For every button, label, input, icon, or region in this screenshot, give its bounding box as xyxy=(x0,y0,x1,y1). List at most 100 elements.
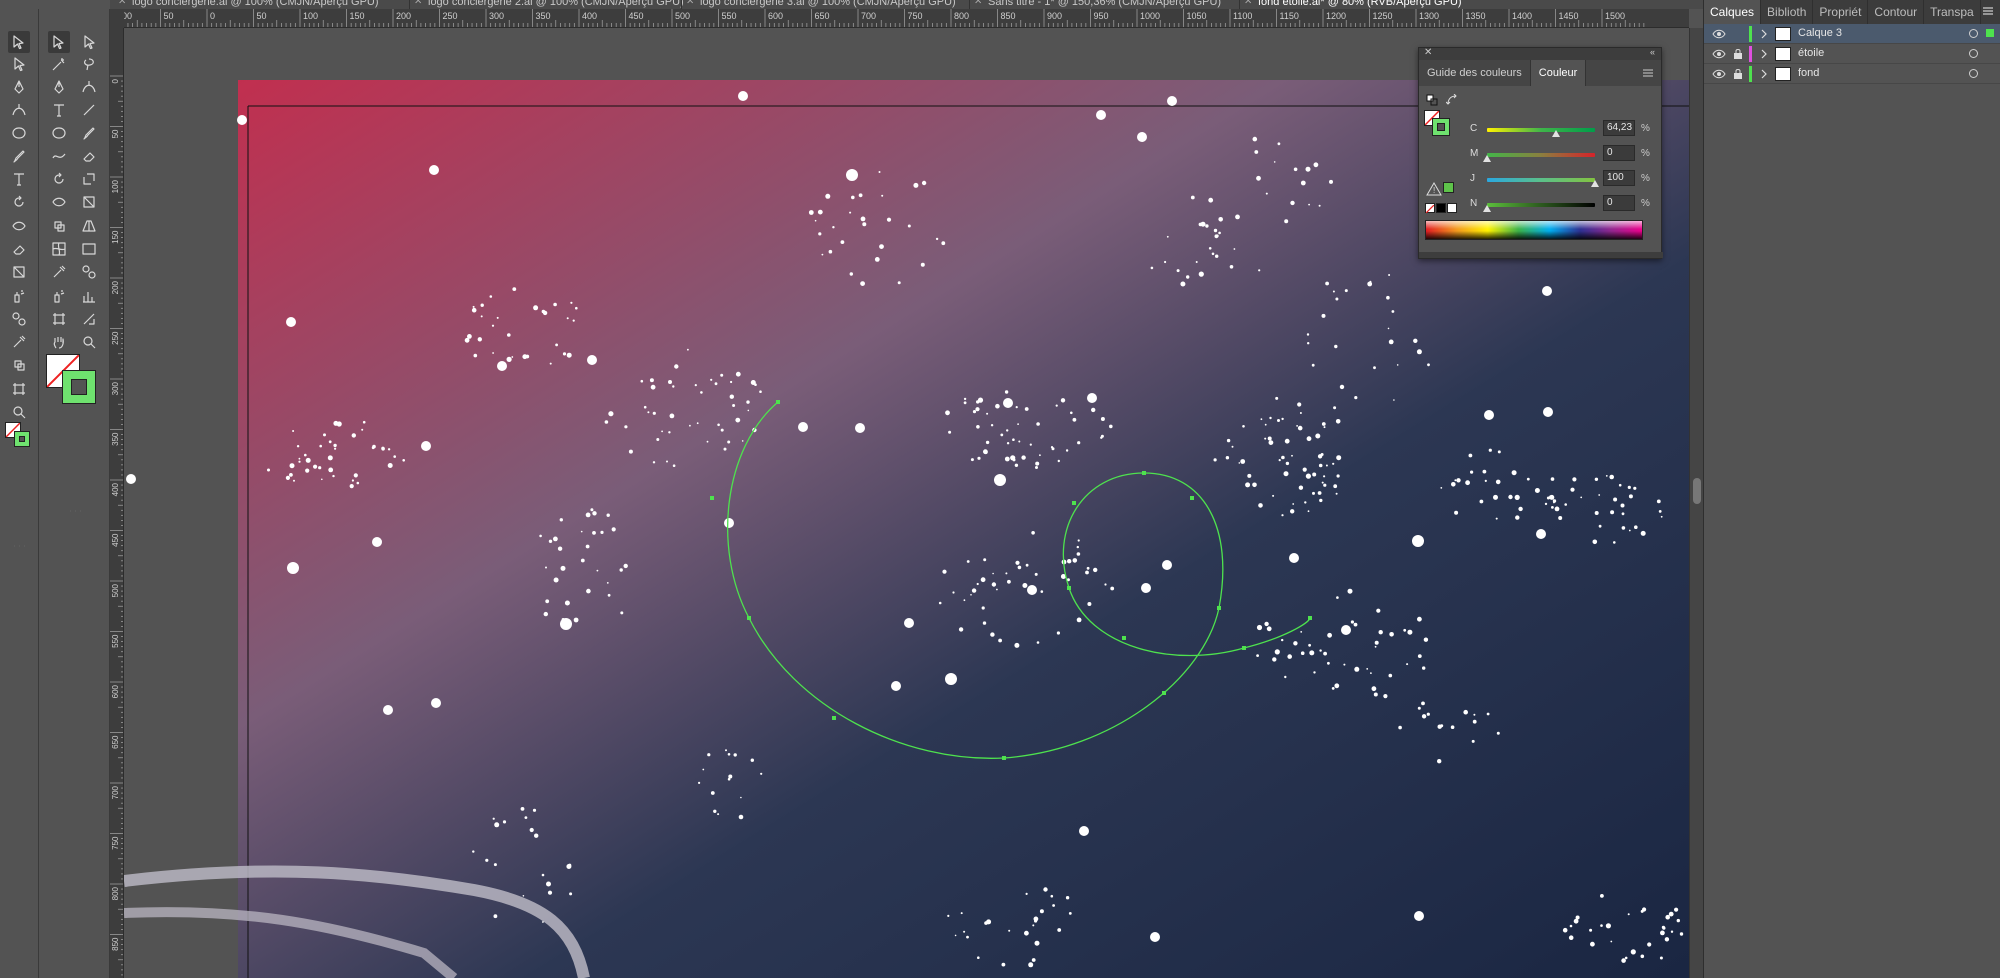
free-transform-icon[interactable] xyxy=(78,191,100,213)
rotate-icon[interactable] xyxy=(48,168,70,190)
close-tab-icon[interactable]: ✕ xyxy=(686,0,694,9)
magic-wand-icon[interactable] xyxy=(48,53,70,75)
color-slider-c[interactable]: C 64,23% xyxy=(1419,120,1663,140)
width-icon[interactable] xyxy=(8,215,30,237)
panel-menu-icon[interactable] xyxy=(1982,5,1994,17)
blend-icon[interactable] xyxy=(8,308,30,330)
layer-row[interactable]: fond xyxy=(1704,64,2000,84)
swap-fill-stroke-icon[interactable] xyxy=(1446,94,1458,106)
ruler-origin[interactable] xyxy=(110,9,124,28)
eraser-icon[interactable] xyxy=(78,145,100,167)
document-tab[interactable]: ✕ logo conciergerie 2.ai @ 100% (CMJN/Ape… xyxy=(412,0,684,9)
paintbrush-icon[interactable] xyxy=(78,122,100,144)
graph-icon[interactable] xyxy=(78,285,100,307)
document-tab-active[interactable]: ✕ fond étoile.ai* @ 80% (RVB/Aperçu GPU) xyxy=(1242,0,1462,9)
blend-icon[interactable] xyxy=(78,261,100,283)
scale-icon[interactable] xyxy=(78,168,100,190)
visibility-eye-icon[interactable] xyxy=(1712,68,1726,80)
selection-indicator[interactable] xyxy=(1986,29,1994,37)
target-circle-icon[interactable] xyxy=(1969,49,1978,58)
collapse-icon[interactable]: « xyxy=(1650,47,1655,57)
color-slider-j[interactable]: J 100% xyxy=(1419,170,1663,190)
fill-stroke-default-icon[interactable] xyxy=(1426,94,1440,106)
panel-titlebar[interactable]: ✕ « xyxy=(1419,47,1661,60)
close-tab-icon[interactable]: ✕ xyxy=(414,0,422,9)
lock-icon[interactable] xyxy=(1733,48,1743,60)
more-tools-icon[interactable] xyxy=(8,535,30,557)
shaper-icon[interactable] xyxy=(48,145,70,167)
curvature-icon[interactable] xyxy=(8,99,30,121)
hand-icon[interactable] xyxy=(48,331,70,353)
layer-row[interactable]: étoile xyxy=(1704,44,2000,64)
target-circle-icon[interactable] xyxy=(1969,29,1978,38)
expand-arrow-icon[interactable] xyxy=(1759,28,1769,40)
eyedropper-icon[interactable] xyxy=(8,331,30,353)
visibility-eye-icon[interactable] xyxy=(1712,48,1726,60)
line-icon[interactable] xyxy=(78,99,100,121)
slider-value-input[interactable]: 0 xyxy=(1603,145,1635,161)
free-transform-icon[interactable] xyxy=(8,261,30,283)
white-swatch[interactable] xyxy=(1447,203,1457,213)
lasso-icon[interactable] xyxy=(78,53,100,75)
zoom-icon[interactable] xyxy=(78,331,100,353)
close-icon[interactable]: ✕ xyxy=(1424,47,1432,58)
fill-stroke-mini-widget[interactable] xyxy=(5,414,35,454)
tab-calques[interactable]: Calques xyxy=(1704,0,1762,24)
none-swatch[interactable] xyxy=(1425,203,1435,214)
paintbrush-icon[interactable] xyxy=(8,145,30,167)
selection-icon[interactable] xyxy=(48,31,70,53)
fill-stroke-widget[interactable] xyxy=(46,354,102,406)
slider-knob[interactable] xyxy=(1591,180,1599,187)
artboard-icon[interactable] xyxy=(48,308,70,330)
vertical-scrollbar[interactable] xyxy=(1689,28,1703,978)
slider-knob[interactable] xyxy=(1483,155,1491,162)
vertical-ruler[interactable]: 0 50 100 150 200 250 300 350 400 450 500 550 600 650 7… xyxy=(110,28,124,978)
slider-knob[interactable] xyxy=(1483,205,1491,212)
width-icon[interactable] xyxy=(48,191,70,213)
rotate-icon[interactable] xyxy=(8,191,30,213)
color-spectrum[interactable] xyxy=(1425,220,1643,240)
slider-track[interactable] xyxy=(1487,153,1595,157)
layer-row[interactable]: Calque 3 xyxy=(1704,24,2000,44)
direct-selection-icon[interactable] xyxy=(78,31,100,53)
out-of-gamut-warning-icon[interactable]: ! xyxy=(1426,182,1442,196)
expand-arrow-icon[interactable] xyxy=(1759,68,1769,80)
slider-track[interactable] xyxy=(1487,128,1595,132)
type-icon[interactable] xyxy=(8,168,30,190)
tab-bibliotheques[interactable]: Biblioth xyxy=(1761,0,1814,24)
slider-value-input[interactable]: 0 xyxy=(1603,195,1635,211)
perspective-icon[interactable] xyxy=(78,215,100,237)
document-tab[interactable]: ✕ Sans titre - 1* @ 150,36% (CMJN/Aperçu … xyxy=(972,0,1221,9)
visibility-eye-icon[interactable] xyxy=(1712,28,1726,40)
gamut-swatch[interactable] xyxy=(1443,182,1454,193)
horizontal-ruler[interactable]: 1005005010015020025030035040045050055060… xyxy=(124,9,1689,28)
symbol-sprayer-icon[interactable] xyxy=(8,285,30,307)
type-icon[interactable] xyxy=(48,99,70,121)
slider-track[interactable] xyxy=(1487,203,1595,207)
selection-icon[interactable] xyxy=(8,31,30,53)
pen-icon[interactable] xyxy=(8,76,30,98)
tab-couleur[interactable]: Couleur xyxy=(1530,60,1587,86)
eyedropper-icon[interactable] xyxy=(48,261,70,283)
ellipse-icon[interactable] xyxy=(48,122,70,144)
ellipse-icon[interactable] xyxy=(8,122,30,144)
lock-icon[interactable] xyxy=(1733,68,1743,80)
slider-value-input[interactable]: 100 xyxy=(1603,170,1635,186)
black-swatch[interactable] xyxy=(1436,203,1446,213)
close-tab-icon[interactable]: ✕ xyxy=(118,0,126,9)
slider-track[interactable] xyxy=(1487,178,1595,182)
close-tab-icon[interactable]: ✕ xyxy=(974,0,982,9)
slider-knob[interactable] xyxy=(1552,130,1561,137)
tab-contour[interactable]: Contour xyxy=(1868,0,1925,24)
stroke-color-swatch[interactable] xyxy=(62,370,96,404)
expand-arrow-icon[interactable] xyxy=(1759,48,1769,60)
pen-icon[interactable] xyxy=(48,76,70,98)
curvature-icon[interactable] xyxy=(78,76,100,98)
shape-builder-icon[interactable] xyxy=(8,354,30,376)
eraser-icon[interactable] xyxy=(8,238,30,260)
document-tab[interactable]: ✕ logo conciergerie 3.ai @ 100% (CMJN/Ape… xyxy=(684,0,956,9)
document-tab[interactable]: ✕ logo conciergerie.ai @ 100% (CMJN/Aperç… xyxy=(116,0,379,9)
panel-resize-grip[interactable] xyxy=(1419,252,1663,258)
tab-proprietes[interactable]: Propriét xyxy=(1813,0,1869,24)
tab-transparence[interactable]: Transpa xyxy=(1924,0,1981,24)
